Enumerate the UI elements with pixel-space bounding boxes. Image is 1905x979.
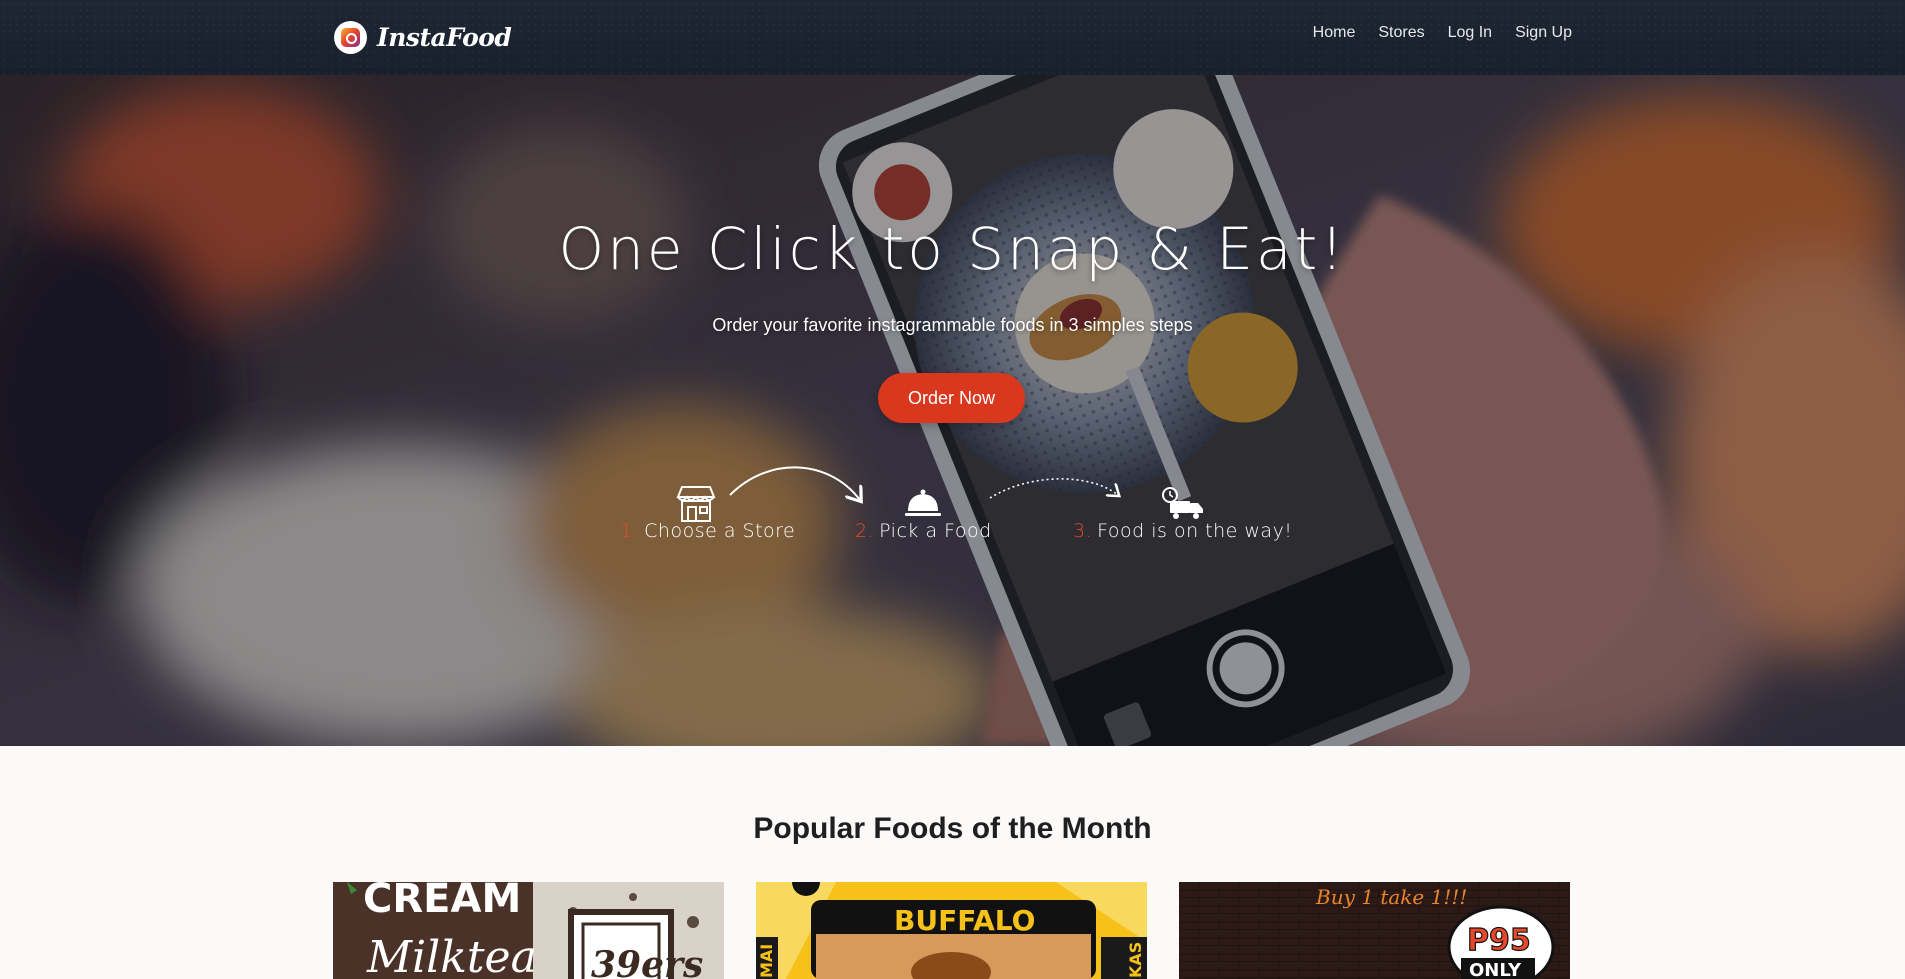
- food-card-buffalo[interactable]: BUFFALO MAI KAS: [756, 882, 1147, 979]
- buffalo-text-left: MAI: [757, 944, 776, 978]
- promo-text-b1t1: Buy 1 take 1!!!: [1315, 885, 1467, 909]
- hero-title: One Click to Snap & Eat!: [558, 215, 1347, 283]
- food-card-milktea[interactable]: CREAM Milktea 39ers: [333, 882, 724, 979]
- nav-link-login[interactable]: Log In: [1448, 24, 1492, 42]
- step-1-number: 1.: [620, 520, 640, 542]
- milktea-text-milktea: Milktea: [366, 932, 537, 979]
- buffalo-image: BUFFALO MAI KAS: [756, 882, 1147, 979]
- hero-subtitle: Order your favorite instagrammable foods…: [712, 315, 1193, 335]
- brand-name: InstaFood: [377, 23, 512, 52]
- nav-link-home[interactable]: Home: [1313, 24, 1356, 42]
- step-1: 1. Choose a Store: [620, 520, 795, 542]
- popular-foods-title: Popular Foods of the Month: [753, 812, 1152, 845]
- promo-text-price: P95: [1467, 923, 1531, 958]
- food-card-promo[interactable]: Buy 1 take 1!!! P95 ONLY: [1179, 882, 1570, 979]
- promo-text-only: ONLY: [1469, 960, 1522, 979]
- milktea-text-cream: CREAM: [363, 882, 521, 922]
- order-now-button[interactable]: Order Now: [878, 373, 1025, 423]
- nav-link-signup[interactable]: Sign Up: [1515, 24, 1572, 42]
- nav-links: Home Stores Log In Sign Up: [1313, 24, 1572, 42]
- step-1-label: Choose a Store: [644, 520, 796, 542]
- milktea-text-39ers: 39ers: [591, 944, 703, 979]
- buffalo-text-title: BUFFALO: [894, 904, 1035, 937]
- step-3-label: Food is on the way!: [1097, 520, 1293, 542]
- promo-image: Buy 1 take 1!!! P95 ONLY: [1179, 882, 1570, 979]
- step-2: 2. Pick a Food: [855, 520, 992, 542]
- step-2-number: 2.: [855, 520, 875, 542]
- brand-logo-link[interactable]: InstaFood: [334, 21, 512, 54]
- hero-section: One Click to Snap & Eat! Order your favo…: [0, 75, 1905, 746]
- milktea-image: CREAM Milktea 39ers: [333, 882, 724, 979]
- step-3: 3. Food is on the way!: [1073, 520, 1292, 542]
- instafood-logo-icon: [334, 21, 367, 54]
- nav-link-stores[interactable]: Stores: [1378, 24, 1424, 42]
- navbar: InstaFood Home Stores Log In Sign Up: [0, 0, 1905, 75]
- buffalo-text-right: KAS: [1126, 942, 1145, 978]
- step-3-number: 3.: [1073, 520, 1093, 542]
- step-2-label: Pick a Food: [879, 520, 992, 542]
